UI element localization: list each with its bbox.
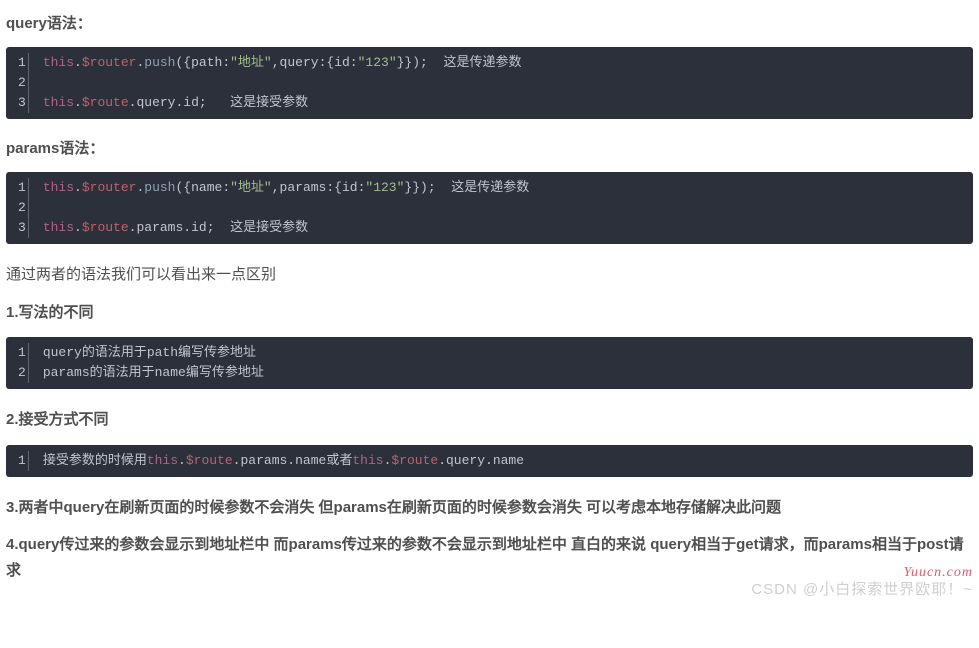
code-body: query的语法用于path编写传参地址params的语法用于name编写传参地… [39,337,973,389]
code-block-query: 1 2 3 this.$router.push({path:"地址",query… [6,47,973,119]
code-body: this.$router.push({path:"地址",query:{id:"… [39,47,973,119]
code-gutter: 1 2 3 [6,172,39,244]
code-gutter: 1 2 3 [6,47,39,119]
line-number: 1 [16,451,29,471]
line-number: 2 [16,73,29,93]
section-title-params: params语法： [6,137,973,158]
code-gutter: 1 2 [6,337,39,389]
line-number: 3 [16,93,29,113]
line-number: 1 [16,178,29,198]
line-number: 1 [16,53,29,73]
code-body: 接受参数的时候用this.$route.params.name或者this.$r… [39,445,973,477]
code-block-receive: 1 接受参数的时候用this.$route.params.name或者this.… [6,445,973,477]
heading-2: 2.接受方式不同 [6,407,973,433]
line-number: 2 [16,198,29,218]
section-title-query: query语法： [6,12,973,33]
code-body: this.$router.push({name:"地址",params:{id:… [39,172,973,244]
code-block-params: 1 2 3 this.$router.push({name:"地址",param… [6,172,973,244]
heading-4: 4.query传过来的参数会显示到地址栏中 而params传过来的参数不会显示到… [6,532,973,583]
code-block-writing: 1 2 query的语法用于path编写传参地址params的语法用于name编… [6,337,973,389]
heading-1: 1.写法的不同 [6,300,973,326]
paragraph-intro: 通过两者的语法我们可以看出来一点区别 [6,262,973,288]
line-number: 1 [16,343,29,363]
heading-3: 3.两者中query在刷新页面的时候参数不会消失 但params在刷新页面的时候… [6,495,973,521]
watermark-csdn: CSDN @小白探索世界欧耶！~ [751,578,973,599]
line-number: 3 [16,218,29,238]
line-number: 2 [16,363,29,383]
code-gutter: 1 [6,445,39,477]
